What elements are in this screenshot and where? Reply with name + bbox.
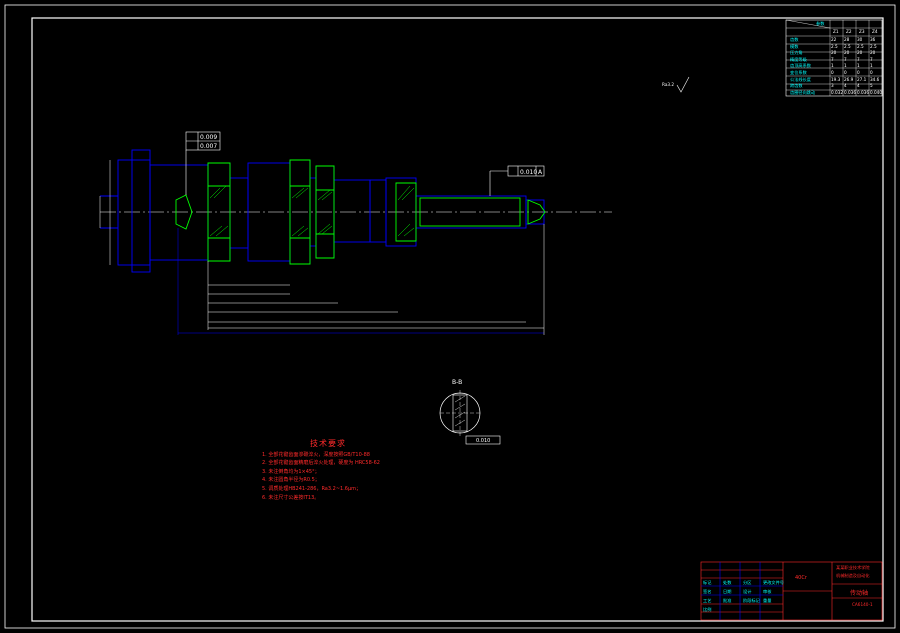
tol-right-value: 0.010 (520, 169, 537, 176)
table-cell: 0.040 (870, 89, 882, 95)
table-col-4: Z4 (872, 29, 878, 34)
note-item: 2. 全部花键齿面精磨后淬火处理，硬度为 HRC58-62 (262, 460, 380, 467)
title-block-label: 重量 (763, 598, 772, 603)
table-cell: 20 (870, 50, 876, 56)
table-header: 参数 (816, 21, 825, 26)
table-cell: 1 (857, 63, 860, 69)
tol-left-top: 0.009 (200, 134, 217, 141)
table-cell: 0 (857, 70, 860, 75)
table-row-label: 齿圈径向跳动 (790, 89, 816, 95)
table-cell: 36 (870, 37, 876, 42)
table-cell: 0 (844, 70, 847, 75)
title-block-label: 比例 (703, 607, 712, 612)
note-item: 6. 未注尺寸公差按IT13。 (262, 494, 320, 501)
title-block-label: 日期 (723, 589, 732, 594)
note-item: 1. 全部花键齿面渗碳淬火，深度按照GB/T10-88 (262, 451, 370, 458)
surface-finish-symbol (676, 76, 690, 93)
table-cell: 1 (831, 63, 834, 69)
table-cell: 3 (831, 83, 834, 89)
table-row-label: 模数 (790, 43, 799, 49)
section-label: B-B (452, 379, 462, 386)
table-row-label: 公法线长度 (790, 76, 811, 82)
table-cell: 26.9 (844, 76, 854, 82)
table-cell: 0.036 (844, 89, 856, 95)
note-item: 3. 未注倒角均为1×45°； (262, 468, 320, 475)
table-row-label: 变位系数 (790, 70, 807, 75)
title-block-label: 设计 (743, 589, 752, 594)
table-row-label: 精度等级 (790, 56, 807, 62)
dimension-lines (177, 224, 545, 335)
table-cell: 4 (857, 83, 860, 89)
table-cell: 28 (844, 37, 850, 42)
tol-right-datum: A (538, 169, 543, 176)
hatch-regions (209, 185, 415, 237)
shaft-outline (100, 149, 545, 273)
table-cell: 2.5 (857, 43, 864, 49)
table-row-label: 压力角 (790, 50, 803, 56)
table-cell: 34.6 (870, 76, 880, 82)
note-item: 5. 调质处理HB241-286，Ra3.2~1.6μm； (262, 485, 362, 492)
table-cell: 1 (870, 63, 873, 69)
title-block-label: 更改文件号 (763, 580, 784, 585)
table-cell: 0 (831, 70, 834, 75)
table-cell: 20 (844, 50, 850, 56)
title-part-name: 传动轴 (850, 590, 869, 597)
title-block-label: 标记 (703, 580, 712, 585)
table-cell: 7 (857, 56, 860, 62)
table-cell: 0.036 (857, 89, 869, 95)
table-col-3: Z3 (859, 29, 865, 34)
outer-border (4, 4, 896, 629)
title-school2: 机械制造及自动化 (836, 573, 870, 578)
title-school: 某某职业技术学院 (836, 565, 870, 570)
table-cell: 20 (831, 50, 837, 56)
technical-requirements: 技术要求 1. 全部花键齿面渗碳淬火，深度按照GB/T10-88 2. 全部花键… (262, 439, 380, 502)
table-cell: 2.5 (831, 43, 838, 49)
title-block-label: 分区 (743, 580, 752, 585)
inner-border (31, 17, 884, 622)
title-material: 40Cr (795, 575, 807, 581)
table-cell: 30 (857, 37, 863, 42)
tol-section-value: 0.010 (476, 438, 490, 444)
table-cell: 0 (870, 70, 873, 75)
title-drawing-no: CA6140-1 (852, 602, 873, 607)
table-cell: 0.032 (831, 89, 843, 95)
table-cell: 5 (870, 83, 873, 89)
table-cell: 22 (831, 37, 837, 42)
table-cell: 7 (870, 56, 873, 62)
title-block-label: 批准 (723, 598, 732, 603)
table-col-1: Z1 (833, 29, 839, 34)
section-view (439, 390, 501, 445)
table-cell: 27.1 (857, 76, 867, 82)
table-row-label: 齿数 (790, 37, 799, 42)
notes-title: 技术要求 (310, 439, 346, 448)
title-block-label: 工艺 (703, 598, 712, 603)
table-row-label: 齿顶高系数 (790, 63, 811, 69)
surface-mark-text: Ra3.2 (662, 82, 675, 87)
table-cell: 2.5 (844, 43, 851, 49)
title-block-label: 签名 (703, 589, 712, 594)
title-block-label: 阶段标记 (743, 598, 760, 603)
note-item: 4. 未注圆角半径为R0.5； (262, 477, 320, 484)
table-cell: 1 (844, 63, 847, 69)
tol-left-bottom: 0.007 (200, 143, 217, 150)
table-cell: 2.5 (870, 43, 877, 49)
cad-drawing: 0.009 0.007 0.010 A B-B 0.010 (4, 4, 896, 629)
table-cell: 20 (857, 50, 863, 56)
table-cell: 7 (844, 56, 847, 62)
title-block-label: 审核 (763, 589, 772, 594)
title-block-label: 处数 (723, 580, 732, 585)
table-cell: 7 (831, 56, 834, 62)
table-cell: 4 (844, 83, 847, 89)
table-col-2: Z2 (846, 29, 852, 34)
table-cell: 19.3 (831, 76, 841, 82)
diameter-dimension (99, 160, 111, 265)
table-row-label: 跨齿数 (790, 83, 803, 89)
